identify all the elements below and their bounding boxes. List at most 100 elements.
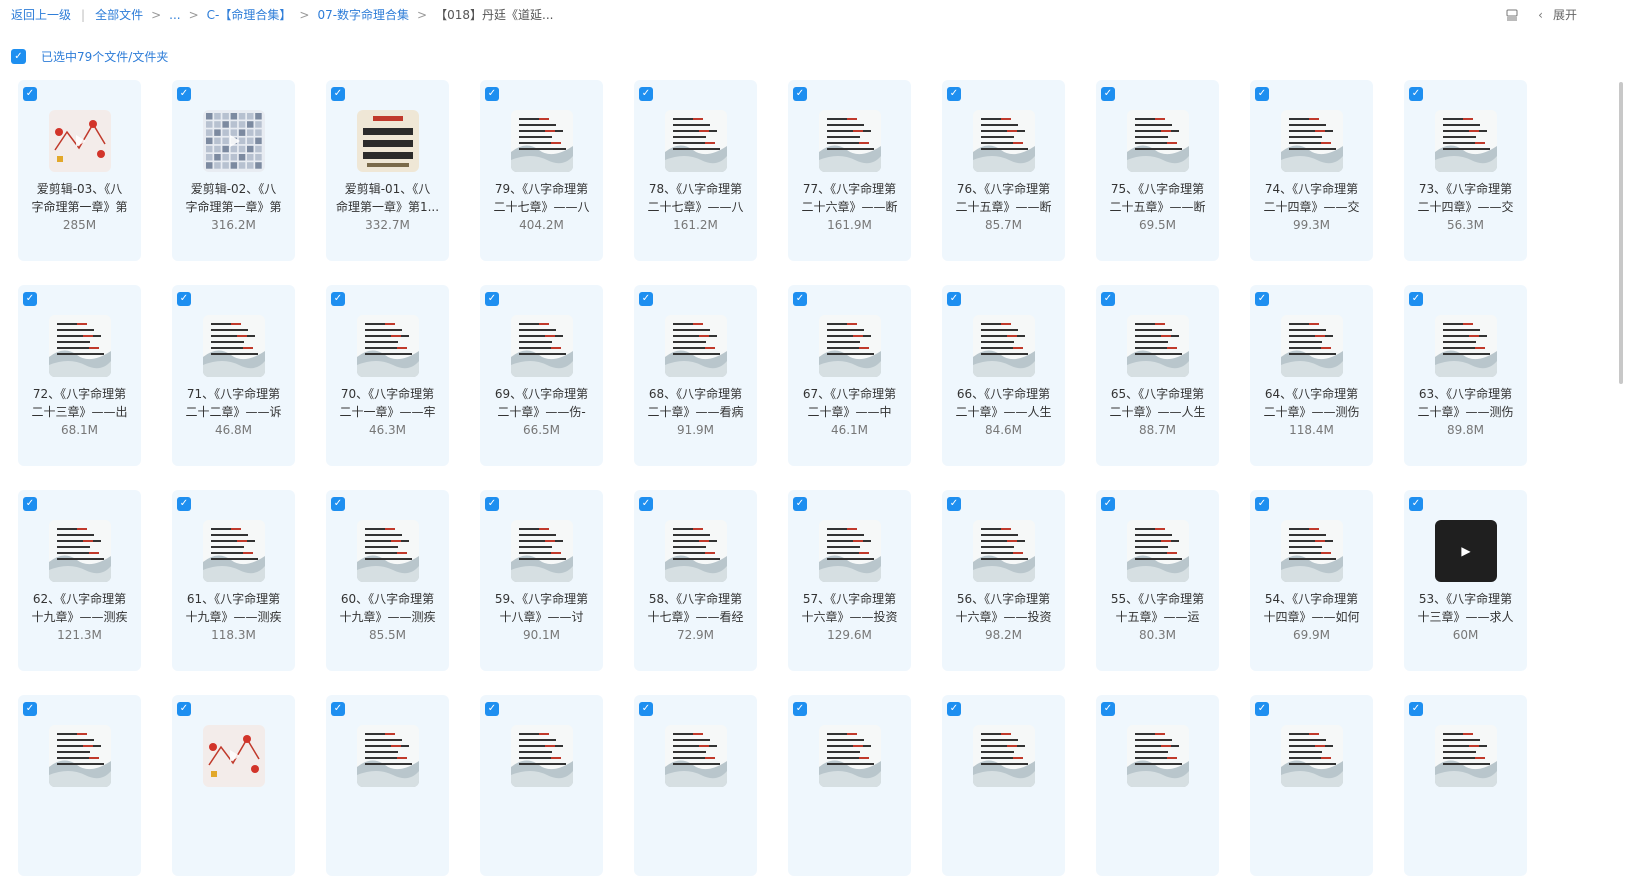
file-tile[interactable]: ✓ 64、《八字命理第 二十章》——测伤 118.4M	[1250, 285, 1373, 466]
file-size: 69.5M	[1138, 218, 1177, 232]
file-tile[interactable]: ✓ 61、《八字命理第 十九章》——测疾 118.3M	[172, 490, 295, 671]
file-checkbox[interactable]: ✓	[1255, 702, 1269, 716]
file-tile[interactable]: ✓ 59、《八字命理第 十八章》——讨 90.1M	[480, 490, 603, 671]
file-tile[interactable]: ✓	[18, 695, 141, 876]
file-tile[interactable]: ✓	[788, 695, 911, 876]
file-tile[interactable]: ✓	[1096, 695, 1219, 876]
file-checkbox[interactable]: ✓	[1101, 292, 1115, 306]
file-tile[interactable]: ✓ 67、《八字命理第 二十章》——中 46.1M	[788, 285, 911, 466]
file-checkbox[interactable]: ✓	[177, 292, 191, 306]
file-checkbox[interactable]: ✓	[793, 497, 807, 511]
file-checkbox[interactable]: ✓	[485, 702, 499, 716]
file-checkbox[interactable]: ✓	[485, 497, 499, 511]
file-tile[interactable]: ✓ 55、《八字命理第 十五章》——运 80.3M	[1096, 490, 1219, 671]
file-tile[interactable]: ✓ 爱剪辑-03、《八 字命理第一章》第 285M	[18, 80, 141, 261]
file-tile[interactable]: ✓ 79、《八字命理第 二十七章》——八 404.2M	[480, 80, 603, 261]
file-name-line-2: 十六章》——投资	[955, 610, 1052, 624]
file-name-line-1: 66、《八字命理第	[956, 387, 1051, 401]
file-checkbox[interactable]: ✓	[639, 497, 653, 511]
list-view-icon[interactable]	[1506, 9, 1518, 21]
file-tile[interactable]: ✓ 65、《八字命理第 二十章》——人生 88.7M	[1096, 285, 1219, 466]
file-tile[interactable]: ✓ 爱剪辑-01、《八 命理第一章》第1... 332.7M	[326, 80, 449, 261]
file-checkbox[interactable]: ✓	[1101, 702, 1115, 716]
file-checkbox[interactable]: ✓	[1255, 497, 1269, 511]
file-checkbox[interactable]: ✓	[23, 292, 37, 306]
file-checkbox[interactable]: ✓	[331, 497, 345, 511]
file-tile[interactable]: ✓	[942, 695, 1065, 876]
file-checkbox[interactable]: ✓	[1255, 87, 1269, 101]
file-thumbnail	[665, 725, 727, 787]
file-checkbox[interactable]: ✓	[485, 87, 499, 101]
file-tile[interactable]: ✓ 57、《八字命理第 十六章》——投资 129.6M	[788, 490, 911, 671]
file-checkbox[interactable]: ✓	[331, 702, 345, 716]
breadcrumb-folder-1[interactable]: C-【命理合集】	[207, 6, 292, 23]
file-name: 76、《八字命理第 二十五章》——断	[946, 180, 1061, 216]
back-link[interactable]: 返回上一级	[11, 6, 71, 23]
file-thumbnail	[1127, 315, 1189, 377]
file-checkbox[interactable]: ✓	[639, 292, 653, 306]
file-tile[interactable]: ✓ 69、《八字命理第 二十章》——伤- 66.5M	[480, 285, 603, 466]
file-tile[interactable]: ✓ 66、《八字命理第 二十章》——人生 84.6M	[942, 285, 1065, 466]
file-tile[interactable]: ✓ 60、《八字命理第 十九章》——测疾 85.5M	[326, 490, 449, 671]
file-checkbox[interactable]: ✓	[639, 702, 653, 716]
file-tile[interactable]: ✓ ▶ 53、《八字命理第 十三章》——求人 60M	[1404, 490, 1527, 671]
file-tile[interactable]: ✓	[480, 695, 603, 876]
file-checkbox[interactable]: ✓	[1101, 497, 1115, 511]
file-checkbox[interactable]: ✓	[793, 87, 807, 101]
file-checkbox[interactable]: ✓	[485, 292, 499, 306]
file-checkbox[interactable]: ✓	[793, 292, 807, 306]
file-checkbox[interactable]: ✓	[1255, 292, 1269, 306]
file-tile[interactable]: ✓ 74、《八字命理第 二十四章》——交 99.3M	[1250, 80, 1373, 261]
file-tile[interactable]: ✓ 68、《八字命理第 二十章》——看病 91.9M	[634, 285, 757, 466]
file-checkbox[interactable]: ✓	[1409, 87, 1423, 101]
file-checkbox[interactable]: ✓	[1409, 702, 1423, 716]
file-tile[interactable]: ✓	[1250, 695, 1373, 876]
file-checkbox[interactable]: ✓	[177, 87, 191, 101]
check-icon: ✓	[641, 293, 651, 304]
breadcrumb-all-files[interactable]: 全部文件	[95, 6, 143, 23]
file-checkbox[interactable]: ✓	[793, 702, 807, 716]
file-checkbox[interactable]: ✓	[331, 292, 345, 306]
file-checkbox[interactable]: ✓	[177, 702, 191, 716]
file-tile[interactable]: ✓	[1404, 695, 1527, 876]
file-tile[interactable]: ✓ 75、《八字命理第 二十五章》——断 69.5M	[1096, 80, 1219, 261]
file-checkbox[interactable]: ✓	[23, 497, 37, 511]
file-tile[interactable]: ✓ 78、《八字命理第 二十七章》——八 161.2M	[634, 80, 757, 261]
file-checkbox[interactable]: ✓	[639, 87, 653, 101]
file-tile[interactable]: ✓ 54、《八字命理第 十四章》——如何 69.9M	[1250, 490, 1373, 671]
file-name-line-1: 60、《八字命理第	[340, 592, 435, 606]
file-checkbox[interactable]: ✓	[947, 87, 961, 101]
file-checkbox[interactable]: ✓	[947, 292, 961, 306]
file-tile[interactable]: ✓	[634, 695, 757, 876]
file-name-line-2: 十八章》——讨	[499, 610, 584, 624]
file-thumbnail	[1281, 110, 1343, 172]
file-name-line-1: 64、《八字命理第	[1264, 387, 1359, 401]
file-checkbox[interactable]: ✓	[947, 497, 961, 511]
expand-button[interactable]: ‹ 展开	[1538, 6, 1577, 23]
file-tile[interactable]: ✓ 58、《八字命理第 十七章》——看经 72.9M	[634, 490, 757, 671]
file-checkbox[interactable]: ✓	[1101, 87, 1115, 101]
file-tile[interactable]: ✓ 72、《八字命理第 二十三章》——出 68.1M	[18, 285, 141, 466]
file-checkbox[interactable]: ✓	[1409, 497, 1423, 511]
scrollbar[interactable]	[1619, 82, 1623, 384]
file-tile[interactable]: ✓ 71、《八字命理第 二十二章》——诉 46.8M	[172, 285, 295, 466]
file-checkbox[interactable]: ✓	[23, 87, 37, 101]
select-all-checkbox[interactable]: ✓	[11, 49, 26, 64]
file-tile[interactable]: ✓ 70、《八字命理第 二十一章》——牢 46.3M	[326, 285, 449, 466]
file-tile[interactable]: ✓ 76、《八字命理第 二十五章》——断 85.7M	[942, 80, 1065, 261]
file-tile[interactable]: ✓ 爱剪辑-02、《八 字命理第一章》第 316.2M	[172, 80, 295, 261]
file-tile[interactable]: ✓ 73、《八字命理第 二十四章》——交 56.3M	[1404, 80, 1527, 261]
file-checkbox[interactable]: ✓	[1409, 292, 1423, 306]
file-checkbox[interactable]: ✓	[947, 702, 961, 716]
file-tile[interactable]: ✓	[172, 695, 295, 876]
file-checkbox[interactable]: ✓	[331, 87, 345, 101]
file-tile[interactable]: ✓ 77、《八字命理第 二十六章》——断 161.9M	[788, 80, 911, 261]
file-tile[interactable]: ✓ 63、《八字命理第 二十章》——测伤 89.8M	[1404, 285, 1527, 466]
breadcrumb-folder-2[interactable]: 07-数字命理合集	[317, 6, 409, 23]
file-tile[interactable]: ✓ 62、《八字命理第 十九章》——测疾 121.3M	[18, 490, 141, 671]
breadcrumb-ellipsis[interactable]: ...	[169, 8, 180, 22]
file-checkbox[interactable]: ✓	[23, 702, 37, 716]
file-tile[interactable]: ✓ 56、《八字命理第 十六章》——投资 98.2M	[942, 490, 1065, 671]
file-checkbox[interactable]: ✓	[177, 497, 191, 511]
file-tile[interactable]: ✓	[326, 695, 449, 876]
